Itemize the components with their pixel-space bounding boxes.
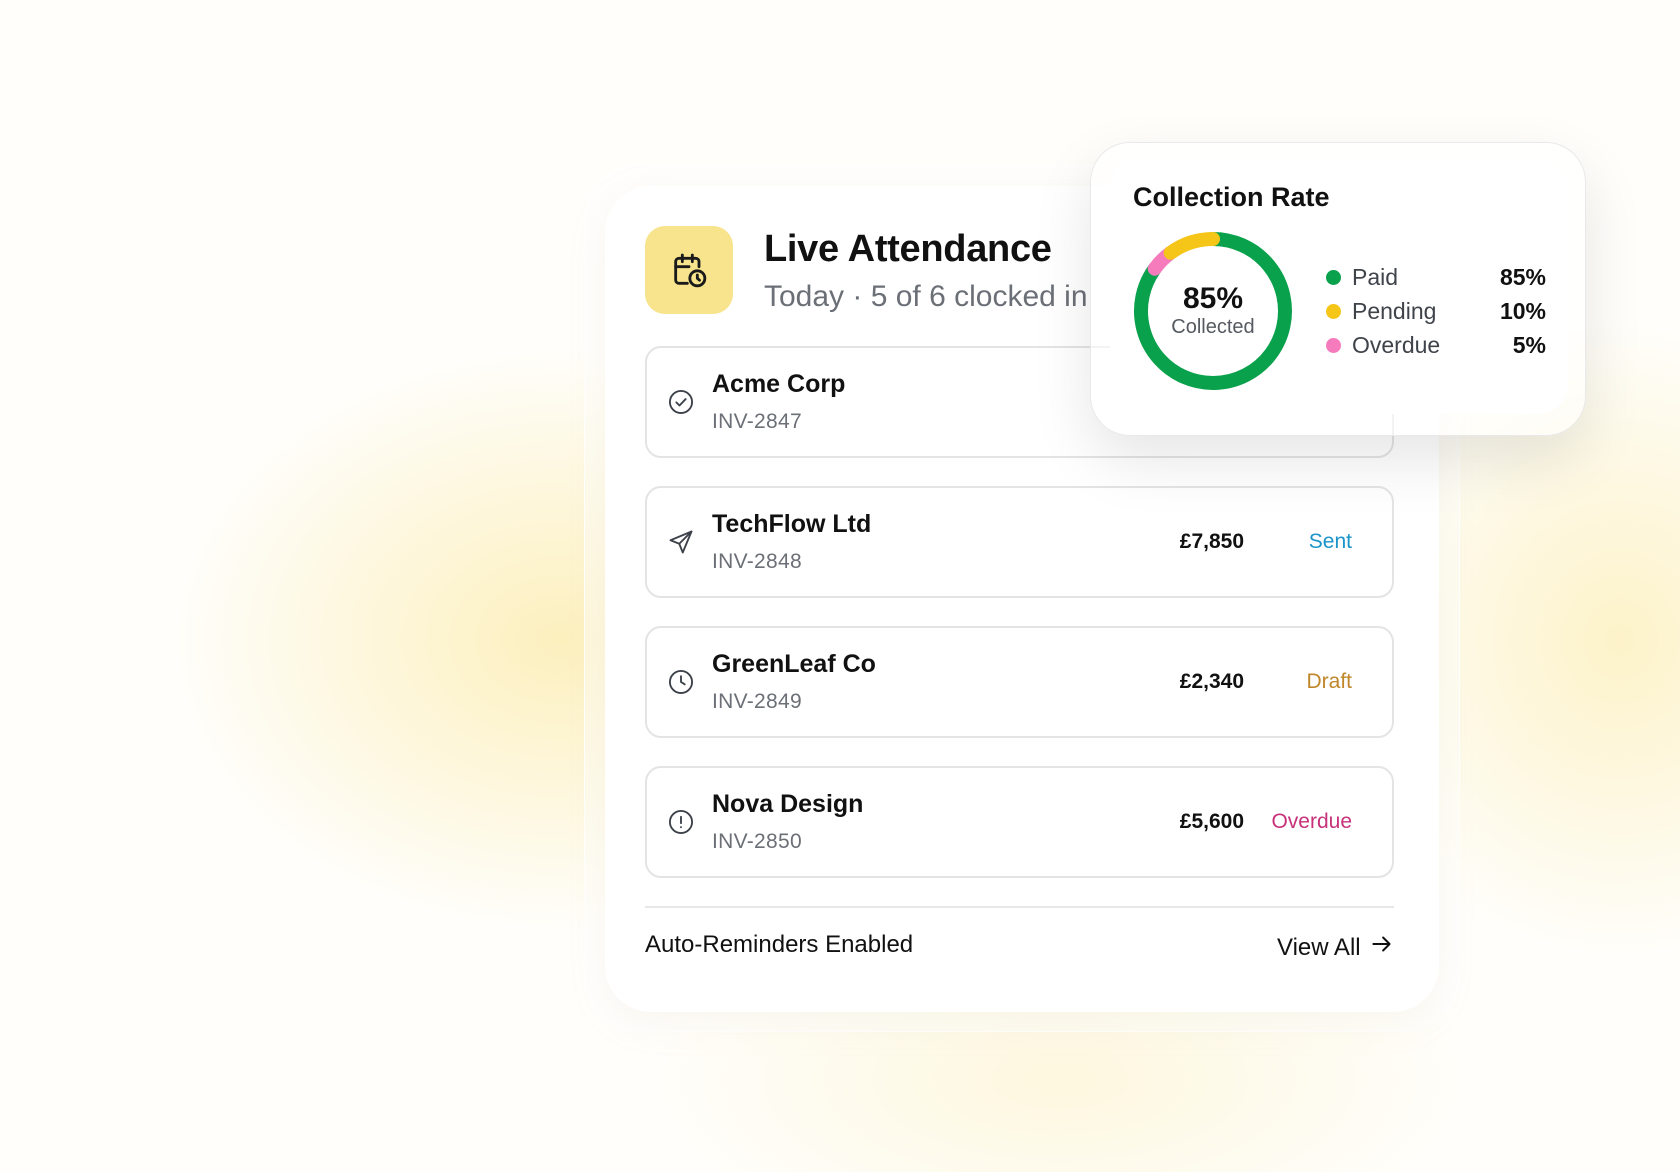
send-icon [667, 528, 695, 556]
auto-reminders-label: Auto-Reminders Enabled [645, 931, 914, 958]
arrow-right-icon [1369, 931, 1395, 964]
view-all-link[interactable]: View All [1277, 931, 1395, 964]
client-name: GreenLeaf Co [712, 650, 876, 678]
collection-title: Collection Rate [1133, 182, 1330, 212]
client-name: Acme Corp [712, 370, 846, 398]
donut-center-value: 85% [1182, 282, 1244, 315]
legend-item-overdue: Overdue 5% [1326, 330, 1546, 360]
client-name: TechFlow Ltd [712, 510, 872, 538]
status-badge: Overdue [1271, 810, 1352, 833]
clock-icon [667, 668, 695, 696]
legend-item-paid: Paid 85% [1326, 262, 1546, 292]
page-title: Live Attendance [764, 228, 1052, 270]
invoice-row[interactable]: GreenLeaf Co INV-2849 £2,340 Draft [645, 626, 1394, 738]
view-all-label: View All [1277, 933, 1361, 961]
invoice-amount: £5,600 [1179, 810, 1244, 833]
legend-label: Paid [1352, 264, 1399, 290]
status-badge: Sent [1308, 530, 1352, 553]
donut-center-label: Collected [1171, 316, 1255, 338]
legend-dot [1326, 338, 1341, 353]
legend-value: 5% [1512, 332, 1546, 358]
legend-item-pending: Pending 10% [1326, 296, 1546, 326]
status-badge: Draft [1306, 670, 1352, 693]
donut-slice-pending [1163, 232, 1220, 260]
legend-label: Overdue [1352, 332, 1441, 358]
calendar-clock-icon [645, 226, 733, 314]
check-circle-icon [667, 388, 695, 416]
alert-circle-icon [667, 808, 695, 836]
legend-label: Pending [1352, 298, 1437, 324]
invoice-row[interactable]: TechFlow Ltd INV-2848 £7,850 Sent [645, 486, 1394, 598]
invoice-number: INV-2849 [712, 690, 802, 713]
legend-value: 10% [1499, 298, 1546, 324]
invoice-number: INV-2847 [712, 410, 802, 433]
invoice-amount: £2,340 [1179, 670, 1244, 693]
legend-dot [1326, 270, 1341, 285]
page-subtitle: Today · 5 of 6 clocked in [764, 280, 1088, 313]
invoice-amount: £7,850 [1179, 530, 1244, 553]
legend-value: 85% [1499, 264, 1546, 290]
legend-dot [1326, 304, 1341, 319]
footer-divider [645, 906, 1394, 908]
invoice-number: INV-2850 [712, 830, 802, 853]
invoice-number: INV-2848 [712, 550, 802, 573]
client-name: Nova Design [712, 790, 864, 818]
invoice-row[interactable]: Nova Design INV-2850 £5,600 Overdue [645, 766, 1394, 878]
